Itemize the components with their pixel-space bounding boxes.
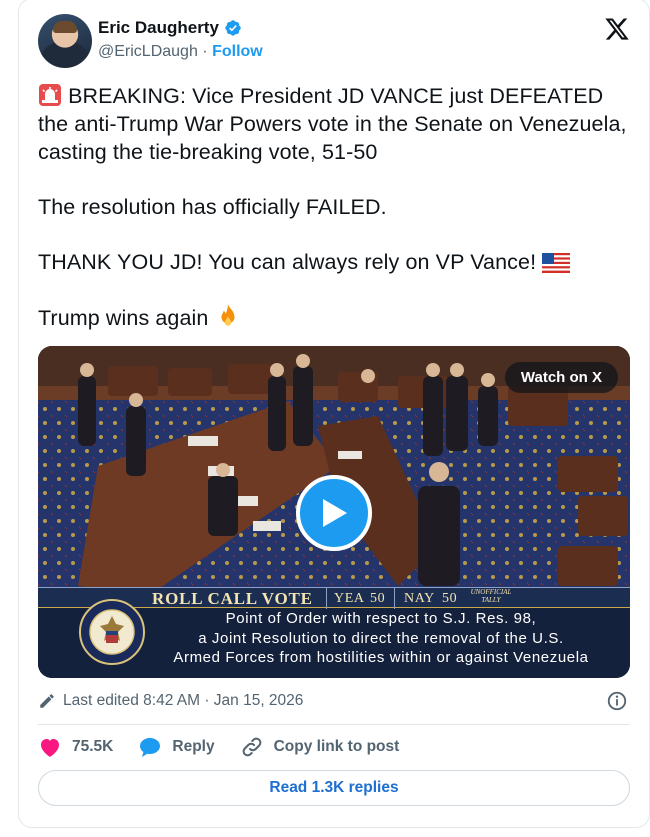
yea-value: 50 xyxy=(370,591,386,606)
author-name[interactable]: Eric Daugherty xyxy=(98,18,219,38)
play-icon xyxy=(323,499,347,527)
yea-label: YEA xyxy=(334,591,365,606)
link-icon xyxy=(242,737,261,757)
tally-divider xyxy=(394,588,395,609)
roll-call-title: ROLL CALL VOTE xyxy=(152,589,313,608)
nay-label: NAY xyxy=(404,591,435,606)
reply-button[interactable]: Reply xyxy=(138,736,215,758)
tweet-line-2: The resolution has officially FAILED. xyxy=(38,195,387,219)
read-replies-button[interactable]: Read 1.3K replies xyxy=(38,770,630,806)
follow-button[interactable]: Follow xyxy=(212,43,263,60)
siren-emoji-icon xyxy=(39,84,61,106)
info-icon[interactable] xyxy=(606,690,628,712)
pencil-icon xyxy=(40,694,54,708)
roll-call-description-line-3: Armed Forces from hostilities within or … xyxy=(173,649,589,666)
divider xyxy=(38,724,630,725)
action-bar: 75.5K Reply Copy link to post xyxy=(38,735,630,759)
unofficial-tally-label: UNOFFICIAL TALLY xyxy=(470,588,512,604)
tally-divider xyxy=(326,588,327,609)
tweet-paragraph-4: Trump wins again xyxy=(38,303,634,332)
tweet-text: BREAKING: Vice President JD VANCE just D… xyxy=(38,82,634,332)
tweet-paragraph-2: The resolution has officially FAILED. xyxy=(38,193,634,221)
video-player[interactable]: Watch on X ROLL CALL VOTE YEA 50 NAY 50 … xyxy=(38,346,630,678)
reply-label: Reply xyxy=(172,738,215,755)
like-count: 75.5K xyxy=(72,738,114,755)
reply-bubble-icon xyxy=(140,738,161,757)
us-flag-emoji-icon xyxy=(542,253,571,273)
author-name-row: Eric Daugherty xyxy=(98,18,242,38)
verified-badge-icon xyxy=(225,20,241,36)
post-meta: Last edited 8:42 AM · Jan 15, 2026 xyxy=(38,690,630,712)
roll-call-description-line-1: Point of Order with respect to S.J. Res.… xyxy=(225,610,537,627)
copy-link-label: Copy link to post xyxy=(273,738,400,755)
last-edited-timestamp[interactable]: Last edited 8:42 AM · Jan 15, 2026 xyxy=(63,692,303,710)
x-logo-icon[interactable] xyxy=(604,16,630,42)
tweet-header: Eric Daugherty @EricLDaugh · Follow xyxy=(38,14,634,70)
roll-call-description: Point of Order with respect to S.J. Res.… xyxy=(136,609,626,668)
tweet-line-3: THANK YOU JD! You can always rely on VP … xyxy=(38,250,537,274)
tweet-paragraph-3: THANK YOU JD! You can always rely on VP … xyxy=(38,248,634,276)
senate-seal-icon xyxy=(79,599,145,665)
tweet-paragraph-1: BREAKING: Vice President JD VANCE just D… xyxy=(38,82,634,166)
heart-icon xyxy=(41,739,59,757)
avatar[interactable] xyxy=(38,14,92,68)
roll-call-description-line-2: a Joint Resolution to direct the removal… xyxy=(198,629,564,647)
play-button[interactable] xyxy=(296,475,372,551)
watch-on-x-button[interactable]: Watch on X xyxy=(504,362,618,393)
like-button[interactable]: 75.5K xyxy=(38,736,113,758)
author-handle-row: @EricLDaugh · Follow xyxy=(98,43,263,61)
tweet-line-1: BREAKING: Vice President JD VANCE just D… xyxy=(38,84,627,164)
fire-emoji-icon xyxy=(221,304,235,326)
handle-separator: · xyxy=(202,43,208,60)
tweet-line-4: Trump wins again xyxy=(38,306,209,330)
author-handle[interactable]: @EricLDaugh xyxy=(98,43,198,60)
nay-value: 50 xyxy=(442,591,458,606)
copy-link-button[interactable]: Copy link to post xyxy=(240,735,400,759)
